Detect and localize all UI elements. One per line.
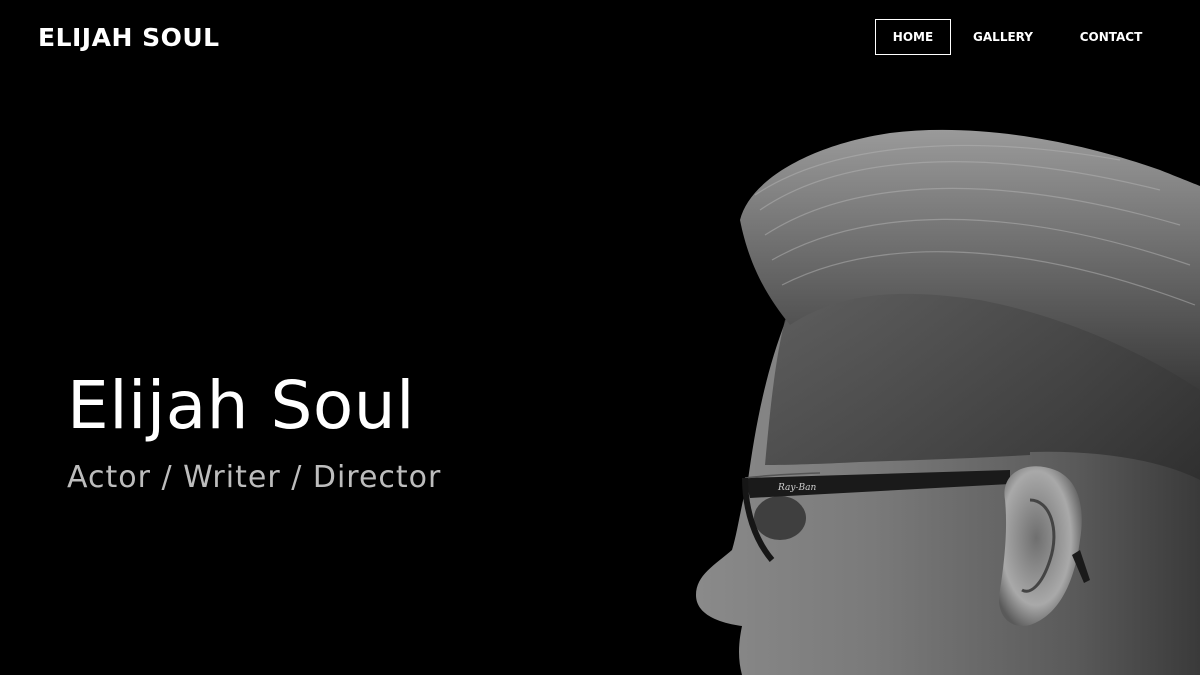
hero-portrait-image: Ray-Ban [696,129,1200,675]
brand-logo-link[interactable]: ELIJAH SOUL [38,22,220,54]
svg-text:Ray-Ban: Ray-Ban [777,483,816,493]
nav-gallery-link[interactable]: GALLERY [953,19,1053,55]
nav-contact-link[interactable]: CONTACT [1067,19,1155,55]
hero-section: Elijah Soul Actor / Writer / Director [67,366,441,498]
nav-home-link[interactable]: HOME [875,19,951,55]
hero-subtitle: Actor / Writer / Director [67,460,442,495]
hero-title: Elijah Soul [67,367,415,444]
site-header: ELIJAH SOUL HOME GALLERY CONTACT [0,0,1200,76]
main-nav: HOME GALLERY CONTACT [875,19,1155,55]
